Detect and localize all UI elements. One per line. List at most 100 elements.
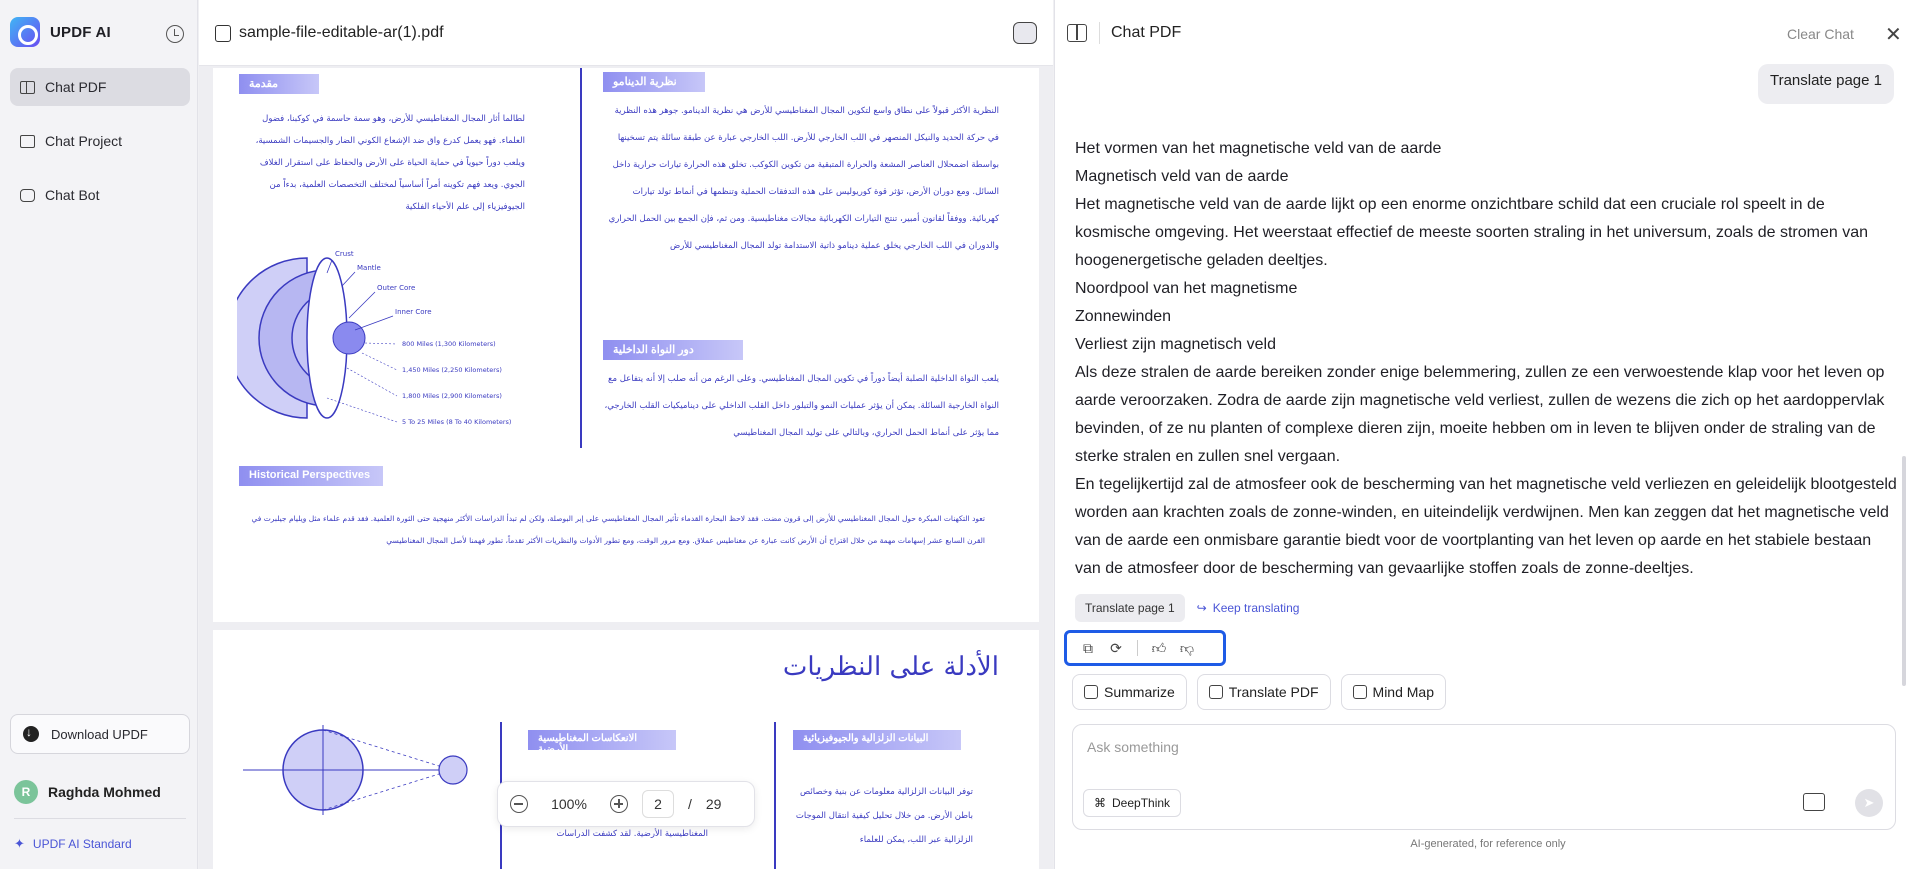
answer-line: Magnetisch veld van de aarde xyxy=(1075,168,1289,185)
sidebar-item-label: Chat PDF xyxy=(45,79,107,95)
thumbs-up-icon[interactable]: 👍︎ xyxy=(1148,637,1170,659)
user-name: Raghda Mohmed xyxy=(48,784,161,800)
download-label: Download UPDF xyxy=(51,726,148,742)
label-inner-core: Inner Core xyxy=(395,308,432,316)
label-distance-4: 5 To 25 Miles (8 To 40 Kilometers) xyxy=(402,418,511,426)
chat-title: Chat PDF xyxy=(1111,24,1182,41)
sidebar-item-chat-bot[interactable]: Chat Bot xyxy=(10,176,190,214)
book-icon xyxy=(20,80,35,94)
bot-icon xyxy=(20,188,35,202)
label-distance-3: 1,800 Miles (2,900 Kilometers) xyxy=(402,392,502,400)
tool-label: Mind Map xyxy=(1372,684,1434,700)
image-upload-icon[interactable] xyxy=(1803,793,1825,811)
sparkle-icon: ✦ xyxy=(14,836,25,851)
core-text: يلعب النواة الداخلية الصلبة أيضاً دوراً … xyxy=(604,374,999,438)
download-icon xyxy=(23,725,39,742)
label-crust: Crust xyxy=(335,250,354,258)
pdf-page: مقدمة نظرية الدينامو لطالما أثار المجال … xyxy=(213,68,1039,622)
heading-core: دور النواة الداخلية xyxy=(603,340,743,360)
earth-layers-diagram: Crust Mantle Outer Core Inner Core 800 M… xyxy=(237,250,511,426)
user-message: Translate page 1 xyxy=(1757,64,1894,104)
sidebar-nav: Chat PDF Chat Project Chat Bot xyxy=(10,68,190,230)
quick-tools: Summarize Translate PDF Mind Map xyxy=(1072,674,1446,710)
page-separator: / xyxy=(688,796,692,812)
app-window: UPDF AI Chat PDF Chat Project Chat Bot D… xyxy=(0,0,1920,869)
file-name: sample-file-editable-ar(1).pdf xyxy=(239,24,444,41)
translate-pdf-button[interactable]: Translate PDF xyxy=(1196,674,1331,710)
open-book-icon[interactable] xyxy=(1067,24,1087,42)
history-icon[interactable] xyxy=(166,25,184,43)
copy-icon[interactable]: ⧉ xyxy=(1077,637,1099,659)
zoom-in-icon[interactable] xyxy=(610,795,628,813)
ask-input[interactable] xyxy=(1087,739,1867,779)
heading-reflect: الانعكاسات المغناطيسية الأرضية xyxy=(528,730,676,755)
translate-icon xyxy=(1208,685,1223,699)
total-pages: 29 xyxy=(705,796,722,812)
tool-label: Translate PDF xyxy=(1228,684,1319,700)
followup-chip[interactable]: Translate page 1 xyxy=(1075,594,1185,622)
user-profile[interactable]: R Raghda Mohmed xyxy=(14,780,161,804)
ai-answer: Het vormen van het magnetische veld van … xyxy=(1075,135,1901,583)
heading-history: Historical Perspectives xyxy=(239,466,383,486)
download-updf-button[interactable]: Download UPDF xyxy=(10,714,190,754)
keep-translating-link[interactable]: ↪ Keep translating xyxy=(1197,601,1300,615)
label-mantle: Mantle xyxy=(357,264,381,272)
avatar: R xyxy=(14,780,38,804)
plan-label: UPDF AI Standard xyxy=(32,837,132,851)
pdf-viewer: sample-file-editable-ar(1).pdf مقدمة نظر… xyxy=(199,0,1053,869)
deepthink-label: DeepThink xyxy=(1112,796,1171,810)
sidebar: UPDF AI Chat PDF Chat Project Chat Bot D… xyxy=(0,0,198,869)
answer-line: En tegelijkertijd zal de atmosfeer ook d… xyxy=(1075,476,1897,577)
label-distance-1: 800 Miles (1,300 Kilometers) xyxy=(402,340,496,348)
magnetic-field-diagram xyxy=(243,725,468,815)
continue-arrow-icon: ↪ xyxy=(1196,601,1207,615)
answer-line: Het vormen van het magnetische veld van … xyxy=(1075,140,1442,157)
answer-line: Het magnetische veld van de aarde lijkt … xyxy=(1075,196,1868,269)
label-outer-core: Outer Core xyxy=(377,284,415,292)
mind-map-icon xyxy=(1352,685,1367,699)
brand-name: UPDF AI xyxy=(50,23,111,41)
pdf-page: الأدلة على النظريات البيانات الزلزالية و… xyxy=(213,630,1039,869)
answer-line: Verliest zijn magnetisch veld xyxy=(1075,336,1276,353)
sidebar-item-label: Chat Bot xyxy=(45,187,100,203)
summarize-button[interactable]: Summarize xyxy=(1072,674,1187,710)
zoom-level[interactable]: 100% xyxy=(542,796,596,812)
answer-line: Noordpool van het magnetisme xyxy=(1075,280,1298,297)
followup-row: Translate page 1 ↪ Keep translating xyxy=(1075,594,1299,622)
label-distance-2: 1,450 Miles (2,250 Kilometers) xyxy=(402,366,502,374)
sidebar-item-label: Chat Project xyxy=(45,133,123,149)
sidebar-item-chat-pdf[interactable]: Chat PDF xyxy=(10,68,190,106)
geo-text: توفر البيانات الزلزالية معلومات عن بنية … xyxy=(795,787,973,845)
deepthink-toggle[interactable]: ⌘ DeepThink xyxy=(1083,789,1182,817)
pdf-file-icon xyxy=(215,25,231,42)
column-divider xyxy=(774,722,776,869)
chat-input-box: ⌘ DeepThink ➤ xyxy=(1072,724,1896,830)
clear-chat-button[interactable]: Clear Chat xyxy=(1787,26,1854,42)
actions-divider xyxy=(1137,640,1138,656)
answer-line: Zonnewinden xyxy=(1075,308,1172,325)
sidebar-item-chat-project[interactable]: Chat Project xyxy=(10,122,190,160)
summarize-icon xyxy=(1084,685,1098,699)
heading-intro: مقدمة xyxy=(239,74,319,94)
regenerate-icon[interactable]: ⟳ xyxy=(1105,637,1127,659)
zoom-toolbar: 100% 2 / 29 xyxy=(497,781,755,827)
header-divider xyxy=(1099,22,1100,44)
answer-line: Als deze stralen de aarde bereiken zonde… xyxy=(1075,364,1885,465)
chat-scrollbar[interactable] xyxy=(1902,456,1906,686)
ai-assistant-icon[interactable] xyxy=(1013,22,1037,44)
tool-label: Summarize xyxy=(1104,684,1175,700)
plan-link[interactable]: ✦ UPDF AI Standard xyxy=(14,836,132,852)
viewer-header: sample-file-editable-ar(1).pdf xyxy=(199,0,1053,66)
thumbs-down-icon[interactable]: 👎︎ xyxy=(1176,637,1198,659)
close-icon[interactable]: ✕ xyxy=(1885,22,1902,47)
page-number-input[interactable]: 2 xyxy=(642,790,674,818)
heading-geo: البيانات الزلزالية والجيوفيزيائية xyxy=(793,730,961,750)
keep-translating-label: Keep translating xyxy=(1212,601,1300,615)
heading-dynamo: نظرية الدينامو xyxy=(603,72,705,92)
zoom-out-icon[interactable] xyxy=(510,795,528,813)
mind-map-button[interactable]: Mind Map xyxy=(1340,674,1446,710)
brand: UPDF AI xyxy=(10,17,111,47)
send-button[interactable]: ➤ xyxy=(1855,789,1883,817)
ai-disclaimer: AI-generated, for reference only xyxy=(1410,838,1566,850)
chat-panel: Chat PDF Clear Chat ✕ Translate page 1 H… xyxy=(1054,0,1920,869)
